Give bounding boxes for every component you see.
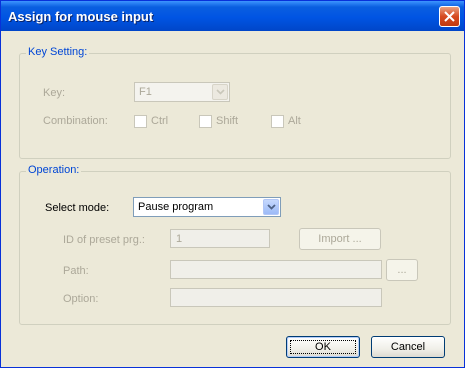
key-setting-legend: Key Setting: bbox=[26, 46, 90, 58]
cancel-button-label: Cancel bbox=[390, 341, 426, 353]
key-select[interactable]: F1 bbox=[134, 82, 230, 102]
operation-legend: Operation: bbox=[26, 164, 82, 176]
chevron-down-icon bbox=[267, 204, 276, 210]
close-icon bbox=[444, 11, 455, 22]
import-button[interactable]: Import ... bbox=[299, 228, 381, 250]
key-label: Key: bbox=[43, 87, 66, 99]
shift-checkbox[interactable] bbox=[199, 115, 212, 128]
select-mode-arrow[interactable] bbox=[263, 199, 279, 215]
path-label: Path: bbox=[63, 265, 89, 277]
alt-label: Alt bbox=[288, 115, 301, 127]
preset-id-field[interactable]: 1 bbox=[170, 229, 270, 248]
preset-id-value: 1 bbox=[176, 233, 183, 245]
dialog-window: Assign for mouse input Key Setting: Key:… bbox=[0, 0, 465, 368]
key-select-value: F1 bbox=[139, 86, 152, 98]
focus-indicator bbox=[290, 340, 356, 354]
key-setting-group: Key Setting: Key: F1 Combination: Ctrl S… bbox=[19, 46, 451, 159]
combination-label: Combination: bbox=[43, 115, 108, 127]
ctrl-label: Ctrl bbox=[151, 115, 169, 127]
cancel-button[interactable]: Cancel bbox=[371, 336, 445, 358]
shift-label: Shift bbox=[216, 115, 239, 127]
option-label: Option: bbox=[63, 293, 99, 305]
window-title: Assign for mouse input bbox=[8, 9, 154, 24]
close-button[interactable] bbox=[439, 6, 460, 27]
select-mode-value: Pause program bbox=[138, 201, 214, 213]
dialog-body: Key Setting: Key: F1 Combination: Ctrl S… bbox=[4, 31, 461, 365]
key-select-arrow[interactable] bbox=[212, 84, 228, 100]
chevron-down-icon bbox=[216, 89, 225, 95]
ctrl-checkbox[interactable] bbox=[134, 115, 147, 128]
select-mode-dropdown[interactable]: Pause program bbox=[133, 197, 281, 217]
preset-id-label: ID of preset prg.: bbox=[63, 234, 145, 246]
path-field[interactable] bbox=[170, 260, 382, 279]
alt-checkbox[interactable] bbox=[271, 115, 284, 128]
title-bar[interactable]: Assign for mouse input bbox=[1, 1, 464, 31]
browse-button[interactable]: ... bbox=[386, 259, 418, 281]
option-field[interactable] bbox=[170, 288, 382, 307]
select-mode-label: Select mode: bbox=[45, 202, 110, 214]
ok-button[interactable]: OK bbox=[286, 336, 360, 358]
operation-group: Operation: Select mode: Pause program ID… bbox=[19, 164, 451, 325]
